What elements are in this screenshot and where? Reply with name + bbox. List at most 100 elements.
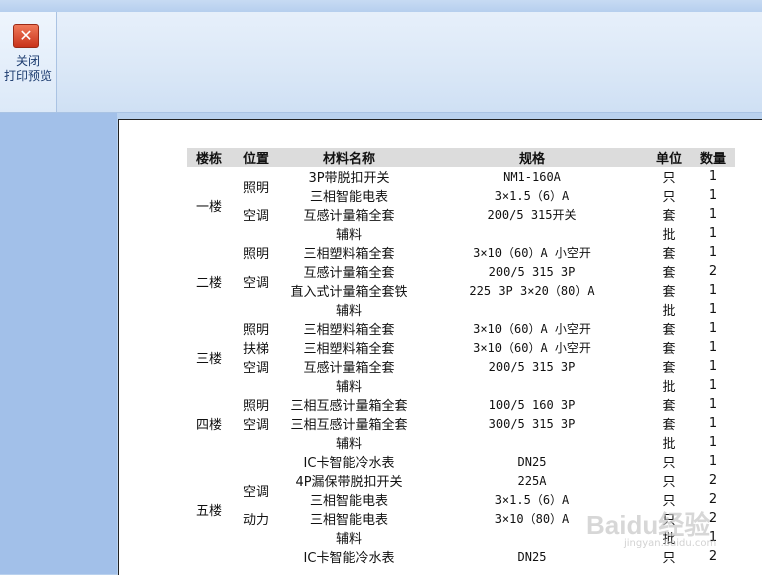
material-name-cell: 辅料: [335, 532, 362, 547]
floor-cell: 五楼: [195, 503, 222, 519]
quantity-cell: 1: [708, 245, 718, 260]
unit-cell: 批: [662, 228, 676, 243]
spec-cell: 3×10（60）A 小空开: [473, 341, 591, 355]
unit-cell: 只: [662, 456, 676, 471]
header-floor: 楼栋: [187, 148, 231, 167]
table-row: 空调 4P漏保带脱扣开关 225A 只 2: [187, 471, 735, 500]
material-name-cell: 直入式计量箱全套铁: [290, 285, 408, 300]
close-button-label: 关闭 打印预览: [0, 54, 56, 84]
material-name-cell: 互感计量箱全套: [303, 361, 395, 376]
location-cell: 照明: [242, 247, 269, 262]
material-name-cell: 辅料: [335, 228, 362, 243]
close-icon: ✕: [13, 24, 39, 48]
spec-cell: 100/5 160 3P: [488, 397, 576, 412]
location-cell: [231, 547, 281, 566]
quantity-cell: 1: [708, 340, 718, 355]
header-material-name: 材料名称: [281, 148, 417, 167]
table-row: 辅料 批 1: [187, 433, 735, 452]
table-row: 二楼 照明 三相塑料箱全套 3×10（60）A 小空开 套 1: [187, 243, 735, 291]
spec-cell: [417, 376, 647, 395]
materials-table: 楼栋 位置 材料名称 规格 单位 数量 一楼 照明 3P带脱扣开关 NM1-16…: [187, 148, 735, 566]
ribbon-title-strip: [0, 0, 762, 12]
table-row: 空调 互感计量箱全套 200/5 315 3P 套 2: [187, 262, 735, 291]
unit-cell: 套: [662, 361, 676, 376]
spec-cell: 200/5 315 3P: [488, 264, 576, 279]
material-name-cell: 三相智能电表: [309, 513, 388, 528]
quantity-cell: 2: [708, 264, 718, 279]
material-name-cell: 三相塑料箱全套: [303, 323, 395, 338]
spec-cell: DN25: [517, 454, 547, 469]
floor-cell: 二楼: [195, 275, 222, 291]
material-name-cell: 4P漏保带脱扣开关: [295, 475, 403, 490]
location-cell: [231, 528, 281, 547]
unit-cell: 批: [662, 304, 676, 319]
quantity-cell: 1: [708, 416, 718, 431]
unit-cell: 只: [662, 171, 676, 186]
header-quantity: 数量: [691, 148, 735, 167]
material-name-cell: 三相塑料箱全套: [303, 342, 395, 357]
quantity-cell: 1: [708, 359, 718, 374]
spec-cell: [417, 300, 647, 319]
quantity-cell: 1: [708, 321, 718, 336]
spec-cell: 300/5 315 3P: [488, 416, 576, 431]
close-print-preview-button[interactable]: ✕ 关闭 打印预览: [0, 14, 56, 84]
spec-cell: 200/5 315 3P: [488, 359, 576, 374]
unit-cell: 只: [662, 551, 676, 566]
close-label-line2: 打印预览: [3, 69, 52, 83]
floor-cell: 三楼: [195, 351, 222, 367]
quantity-cell: 2: [708, 473, 718, 488]
location-cell: 照明: [242, 180, 269, 196]
material-name-cell: 辅料: [335, 304, 362, 319]
location-cell: [231, 452, 281, 471]
quantity-cell: 1: [708, 454, 718, 469]
floor-cell: 一楼: [195, 199, 222, 215]
unit-cell: 套: [662, 209, 676, 224]
quantity-cell: 1: [708, 169, 718, 184]
spec-cell: 3×10（60）A 小空开: [473, 246, 591, 260]
unit-cell: 套: [662, 418, 676, 433]
material-name-cell: 3P带脱扣开关: [308, 171, 390, 186]
table-row: 空调 三相互感计量箱全套 300/5 315 3P 套 1: [187, 414, 735, 433]
location-cell: 动力: [242, 513, 269, 528]
material-name-cell: 互感计量箱全套: [303, 209, 395, 224]
quantity-cell: 1: [708, 378, 718, 393]
quantity-cell: 2: [708, 549, 718, 564]
table-row: 辅料 批 1: [187, 376, 735, 395]
table-row: 三楼 照明 三相塑料箱全套 3×10（60）A 小空开 套 1: [187, 319, 735, 367]
spec-cell: 3×10（60）A 小空开: [473, 322, 591, 336]
spec-cell: 225A: [517, 473, 547, 488]
header-spec: 规格: [417, 148, 647, 167]
quantity-cell: 1: [708, 207, 718, 222]
quantity-cell: 1: [708, 302, 718, 317]
header-location: 位置: [231, 148, 281, 167]
material-name-cell: 三相塑料箱全套: [303, 247, 395, 262]
material-name-cell: 辅料: [335, 437, 362, 452]
material-name-cell: 三相互感计量箱全套: [290, 399, 408, 414]
spec-cell: NM1-160A: [503, 169, 561, 184]
unit-cell: 批: [662, 437, 676, 452]
location-cell: 空调: [242, 361, 269, 376]
unit-cell: 只: [662, 190, 676, 205]
material-name-cell: IC卡智能冷水表: [303, 551, 395, 566]
header-unit: 单位: [647, 148, 691, 167]
unit-cell: 套: [662, 266, 676, 281]
table-row: 辅料 批 1: [187, 300, 735, 319]
location-cell: [231, 376, 281, 395]
quantity-cell: 1: [708, 226, 718, 241]
unit-cell: 批: [662, 380, 676, 395]
baidu-watermark: Baidu经验: [586, 510, 711, 540]
location-cell: [231, 300, 281, 319]
material-name-cell: 辅料: [335, 380, 362, 395]
unit-cell: 套: [662, 399, 676, 414]
quantity-cell: 1: [708, 397, 718, 412]
quantity-cell: 1: [708, 188, 718, 203]
table-row: 空调 互感计量箱全套 200/5 315 3P 套 1: [187, 357, 735, 376]
quantity-cell: 1: [708, 435, 718, 450]
location-cell: 空调: [242, 275, 269, 291]
material-name-cell: 三相互感计量箱全套: [290, 418, 408, 433]
unit-cell: 只: [662, 475, 676, 490]
table-row: 空调 互感计量箱全套 200/5 315开关 套 1: [187, 205, 735, 224]
floor-cell: 四楼: [195, 418, 222, 433]
unit-cell: 套: [662, 247, 676, 262]
table-row: 四楼 照明 三相互感计量箱全套 100/5 160 3P 套 1: [187, 395, 735, 433]
